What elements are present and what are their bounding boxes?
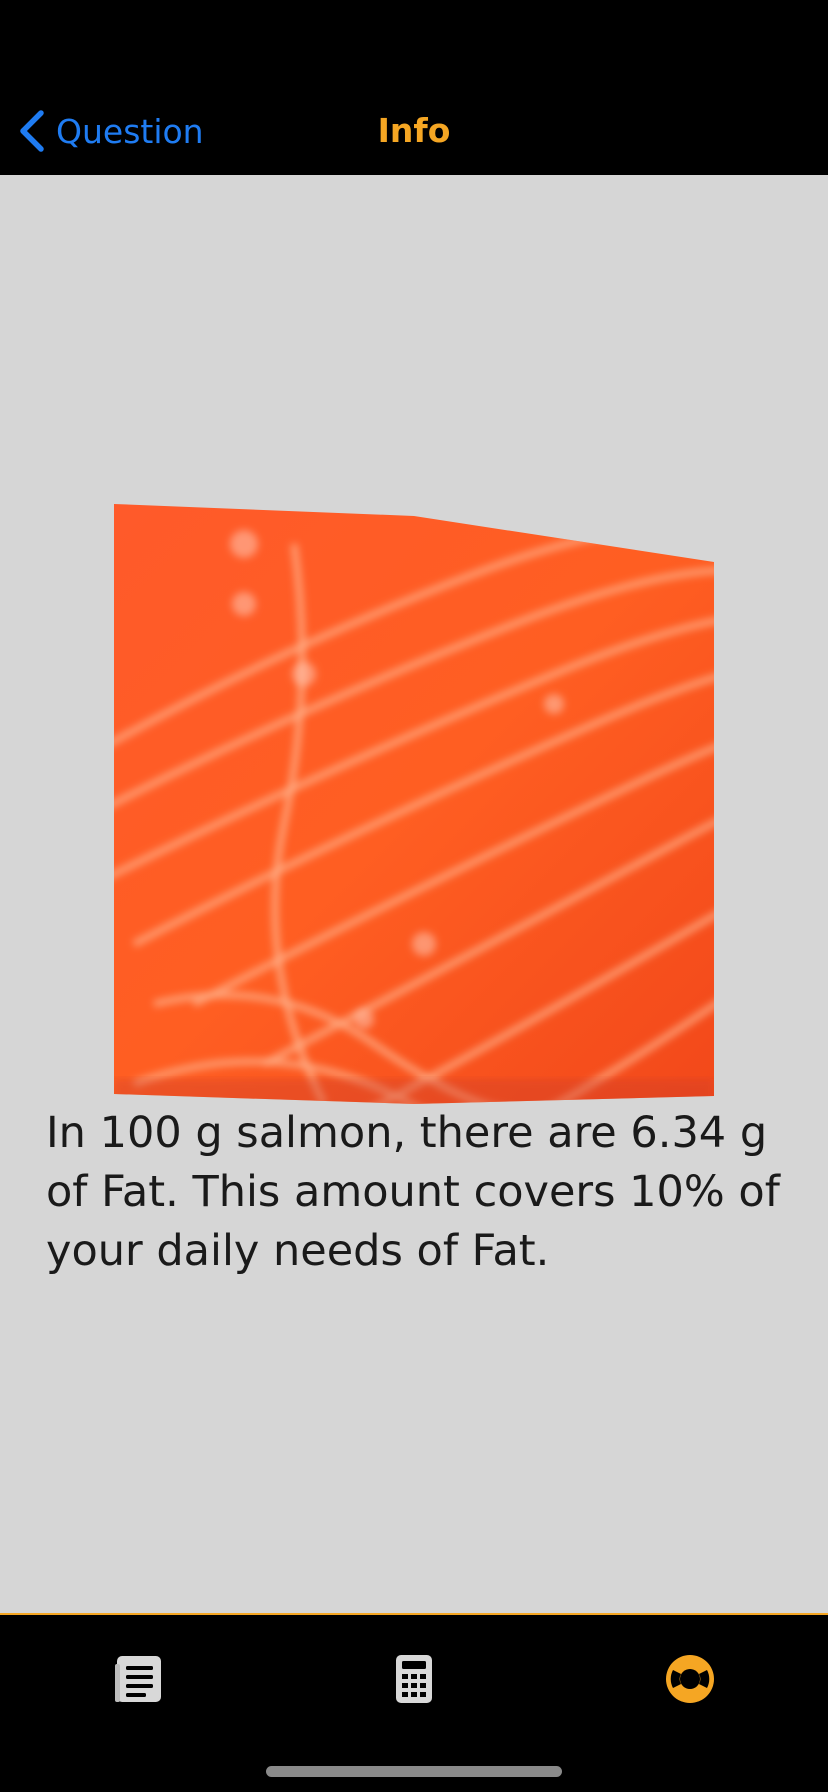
- tab-list[interactable]: [108, 1651, 168, 1711]
- info-screen: Question Info In 100 g salmon, there are…: [0, 0, 828, 1792]
- nutrition-info-text: In 100 g salmon, there are 6.34 g of Fat…: [46, 1108, 780, 1276]
- chevron-left-icon: [18, 110, 46, 152]
- navigation-bar: Question Info: [0, 0, 828, 175]
- calculator-icon: [394, 1654, 434, 1708]
- back-button-label: Question: [56, 111, 204, 151]
- home-indicator: [266, 1766, 562, 1777]
- tab-bar: [0, 1613, 828, 1792]
- tab-help[interactable]: [660, 1651, 720, 1711]
- list-icon: [113, 1654, 163, 1708]
- back-button[interactable]: Question: [18, 108, 204, 154]
- salmon-image: [114, 504, 714, 1104]
- lifebuoy-icon: [664, 1653, 716, 1709]
- tab-calculator[interactable]: [384, 1651, 444, 1711]
